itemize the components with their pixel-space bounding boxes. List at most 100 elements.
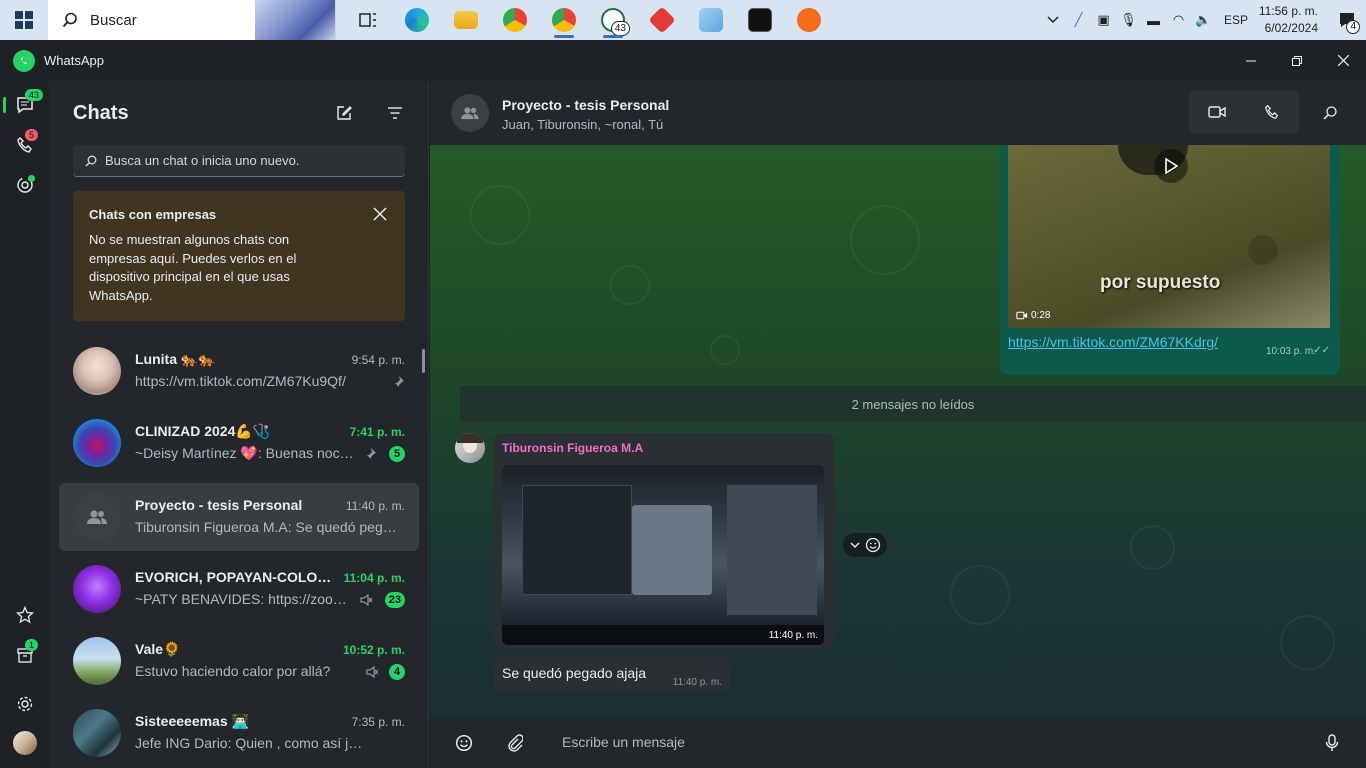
camera-tray-icon[interactable]: ▣ [1091,0,1116,40]
outgoing-message[interactable]: por supuesto 0:28 https://vm.tiktok.com/… [1000,145,1340,375]
navigation-rail: 43 5 1 [0,81,49,768]
edge-app[interactable] [397,0,437,40]
battery-icon[interactable]: ▬ [1141,0,1166,40]
notification-center-button[interactable]: 4 [1328,0,1366,40]
chrome-profile-app[interactable] [544,0,584,40]
chat-item-lunita[interactable]: Lunita 🐅🐅 9:54 p. m. https://vm.tiktok.c… [59,337,419,405]
language-indicator[interactable]: ESP [1224,13,1248,27]
chat-preview: Jefe ING Dario: Quien , como así jajaj [135,735,363,751]
voice-call-button[interactable] [1244,91,1299,133]
video-thumbnail[interactable]: por supuesto 0:28 [1008,145,1330,328]
terminal-icon [748,8,772,32]
unread-badge: 23 [384,592,405,608]
message-text: Se quedó pegado ajaja [502,665,647,681]
video-camera-icon [1207,106,1226,118]
gear-icon [17,696,32,712]
tiktok-link[interactable]: https://vm.tiktok.com/ZM67KKdrg/ [1008,334,1218,350]
microphone-tray-icon[interactable]: 🎙 [1116,0,1141,40]
terminal-app[interactable] [740,0,780,40]
wifi-icon[interactable]: ◠ [1166,0,1191,40]
chat-item-clinizad[interactable]: CLINIZAD 2024💪🩺 7:41 p. m. ~Deisy Martín… [59,409,419,477]
search-in-chat-button[interactable] [1318,101,1342,125]
play-video-button[interactable] [1154,149,1188,183]
chat-item-proyecto-tesis[interactable]: Proyecto - tesis Personal 11:40 p. m. Ti… [59,483,419,551]
dismiss-banner-button[interactable] [373,207,389,223]
clock-time: 11:56 p. m. [1258,4,1318,18]
conversation-header[interactable]: Proyecto - tesis Personal Juan, Tiburons… [430,81,1366,145]
snipping-tool-icon [699,8,723,32]
volume-icon[interactable]: 🔈 [1191,0,1216,40]
brave-draw-app[interactable] [789,0,829,40]
whatsapp-taskbar-badge: 43 [610,21,630,36]
business-banner-body: No se muestran algunos chats con empresa… [89,232,297,303]
restore-icon [1292,55,1302,66]
filter-chats-button[interactable] [383,101,407,125]
chevron-down-icon[interactable] [849,541,860,549]
chat-list-scrollbar[interactable] [422,349,425,373]
video-camera-icon [1016,311,1028,320]
pencil-app-icon [797,8,821,32]
video-call-button[interactable] [1189,91,1244,133]
chat-list-title: Chats [73,101,129,124]
incoming-photo-message[interactable]: Tiburonsin Figueroa M.A 11:40 p. m. [494,433,834,649]
sender-avatar[interactable] [455,433,485,463]
close-window-button[interactable] [1320,40,1366,81]
sender-name[interactable]: Tiburonsin Figueroa M.A [502,441,643,455]
chat-item-vale[interactable]: Vale🌻 10:52 p. m. Estuvo haciendo calor … [59,627,419,695]
taskbar-search[interactable]: Buscar [48,0,336,40]
start-button[interactable] [0,0,48,40]
anydesk-app[interactable] [642,0,682,40]
emoji-button[interactable] [452,731,476,755]
call-buttons-group [1189,91,1299,133]
chat-time: 10:52 p. m. [342,643,405,657]
chrome-profile-icon [552,8,576,32]
restore-button[interactable] [1274,40,1320,81]
avatar [73,637,121,685]
chat-item-sistemas[interactable]: Sisteeeeemas 👨🏻‍💻 7:35 p. m. Jefe ING Da… [59,699,419,767]
incoming-text-message[interactable]: Se quedó pegado ajaja 11:40 p. m. [494,655,730,691]
emoji-reaction-icon[interactable] [865,537,881,553]
unread-badge: 5 [389,446,405,462]
wallpaper-doodle [710,335,740,365]
task-view-button[interactable] [348,0,388,40]
snipping-tool-app[interactable] [691,0,731,40]
conversation-members: Juan, Tiburonsin, ~ronal, Tú [502,117,664,132]
notification-count: 4 [1346,20,1360,34]
search-icon [85,155,97,166]
whatsapp-taskbar-app[interactable]: 43 [593,0,633,40]
file-explorer-app[interactable] [446,0,486,40]
rail-settings-button[interactable] [0,684,49,724]
minimize-button[interactable] [1228,40,1274,81]
attach-button[interactable] [503,731,527,755]
pen-tray-icon[interactable]: ╱ [1066,0,1091,40]
rail-profile-button[interactable] [0,723,49,763]
wallpaper-doodle [1130,525,1175,570]
wallpaper-doodle [950,565,1010,625]
taskbar-search-label: Buscar [90,11,137,29]
rail-calls-button[interactable]: 5 [0,125,49,165]
rail-chats-button[interactable]: 43 [0,85,49,125]
chat-item-evorich[interactable]: EVORICH, POPAYAN-COLOMBIA 11:04 p. m. ~P… [59,555,419,623]
voice-message-button[interactable] [1320,731,1344,755]
unread-messages-divider: 2 mensajes no leídos [460,386,1366,422]
chat-name: Vale🌻 [135,641,181,657]
message-input[interactable]: Escribe un mensaje [562,734,685,750]
chat-search-input[interactable]: Busca un chat o inicia uno nuevo. [73,145,405,177]
chat-preview: Estuvo haciendo calor por allá? [135,663,331,679]
rail-starred-button[interactable] [0,595,49,635]
search-icon [62,12,77,28]
message-area[interactable]: por supuesto 0:28 https://vm.tiktok.com/… [430,145,1366,718]
chat-list-panel: Chats Busca un chat o inicia uno nuevo. … [49,81,429,768]
group-icon [87,510,107,524]
chrome-app[interactable] [495,0,535,40]
rail-archived-button[interactable]: 1 [0,635,49,675]
new-chat-button[interactable] [332,101,356,125]
chevron-up-icon[interactable] [1041,0,1066,40]
taskbar-clock[interactable]: 11:56 p. m. 6/02/2024 [1256,3,1318,37]
status-new-dot [28,175,35,182]
photo-screen-panel [522,485,632,595]
group-avatar[interactable] [451,94,489,132]
photo-attachment[interactable]: 11:40 p. m. [502,465,824,645]
clock-date: 6/02/2024 [1264,21,1318,35]
rail-status-button[interactable] [0,165,49,205]
